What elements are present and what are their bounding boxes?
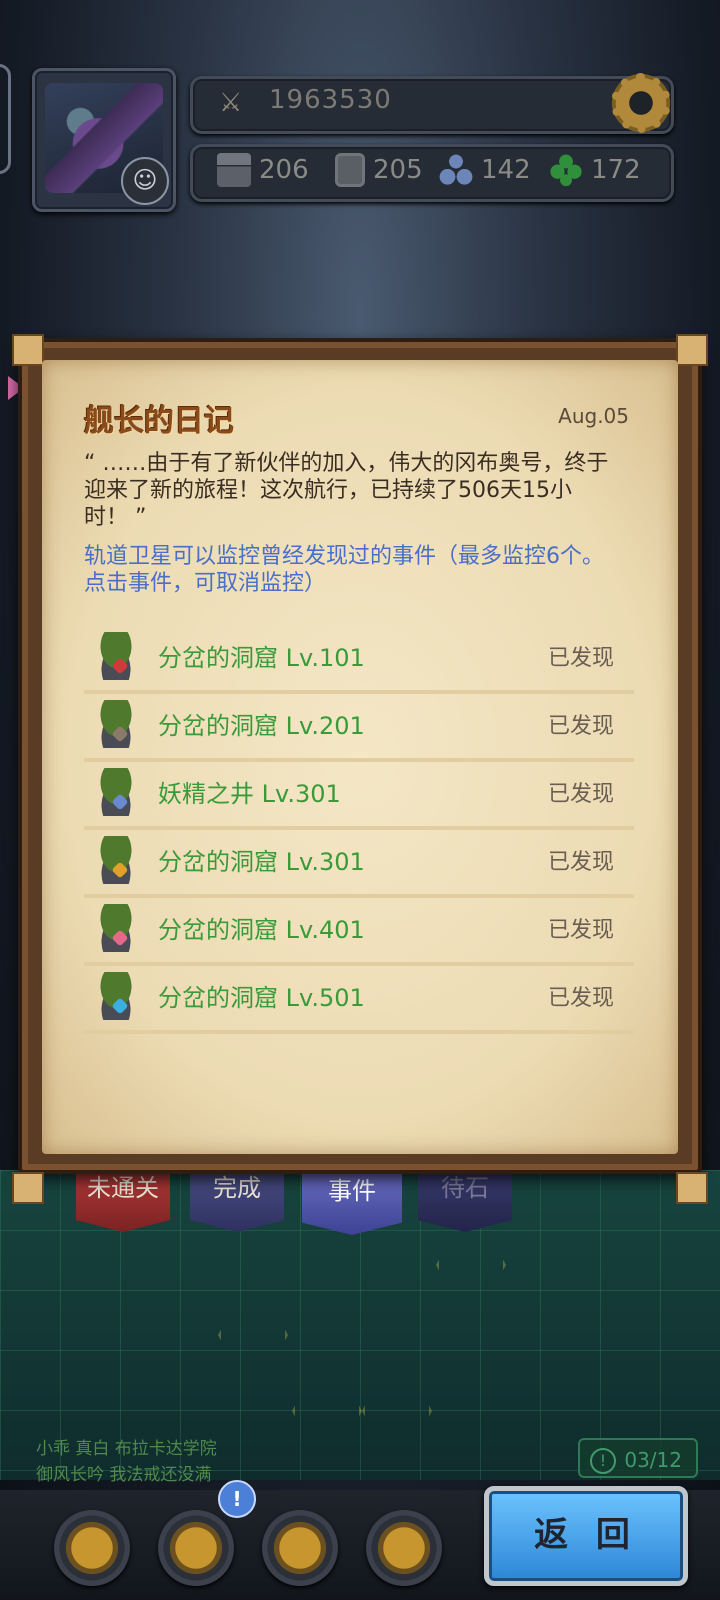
gem-icon	[111, 657, 129, 675]
event-row[interactable]: 分岔的洞窟 Lv.301 已发现	[84, 828, 634, 898]
resource-bar: 206 205 142 172	[190, 144, 674, 202]
cave-event-icon	[92, 972, 140, 1020]
frame-corner	[676, 334, 708, 366]
bag-nav-icon[interactable]	[366, 1510, 442, 1586]
frame-corner	[12, 1172, 44, 1204]
sword-icon: ⚔	[219, 88, 243, 118]
cave-event-icon	[92, 768, 140, 816]
frame-corner	[676, 1172, 708, 1204]
tank-icon	[217, 153, 251, 187]
gem-icon	[111, 725, 129, 743]
diary-quote: “ ……由于有了新伙伴的加入，伟大的冈布奥号，终于迎来了新的旅程！这次航行，已持…	[84, 451, 609, 530]
event-status: 已发现	[547, 714, 614, 739]
alert-icon: !	[590, 1448, 616, 1474]
event-row[interactable]: 分岔的洞窟 Lv.201 已发现	[84, 692, 634, 762]
resource-value: 142	[481, 155, 531, 185]
diary-date: Aug.05	[558, 404, 629, 428]
event-row[interactable]: 分岔的洞窟 Lv.501 已发现	[84, 964, 634, 1034]
cave-event-icon	[92, 632, 140, 680]
gem-icon	[111, 793, 129, 811]
event-status: 已发现	[547, 986, 614, 1011]
cave-event-icon	[92, 904, 140, 952]
event-status: 已发现	[547, 918, 614, 943]
wolf-emblem-icon: ☺	[121, 157, 169, 205]
resource-clover: 172	[549, 153, 641, 187]
document-icon	[335, 153, 365, 187]
cave-event-icon	[92, 836, 140, 884]
ship-nav-icon[interactable]	[158, 1510, 234, 1586]
combat-power-value: 1963530	[269, 85, 392, 115]
chat-line: 御风长吟 我法戒还没满	[36, 1465, 212, 1485]
frame-corner	[12, 334, 44, 366]
event-name: 妖精之井 Lv.301	[158, 780, 341, 808]
event-name: 分岔的洞窟 Lv.301	[158, 848, 365, 876]
tab-done[interactable]: 完成	[190, 1166, 284, 1232]
player-avatar[interactable]: ☺	[32, 68, 176, 212]
resource-value: 172	[591, 155, 641, 185]
gem-icon	[111, 929, 129, 947]
notification-badge: !	[218, 1480, 256, 1518]
tab-events[interactable]: 事件	[302, 1166, 402, 1235]
event-row[interactable]: 妖精之井 Lv.301 已发现	[84, 760, 634, 830]
settings-gear-icon[interactable]	[607, 69, 675, 137]
resource-propeller: 142	[439, 153, 531, 187]
gem-icon	[111, 997, 129, 1015]
event-name: 分岔的洞窟 Lv.201	[158, 712, 365, 740]
combat-power-bar: ⚔ 1963530	[190, 69, 675, 137]
event-row[interactable]: 分岔的洞窟 Lv.401 已发现	[84, 896, 634, 966]
event-status: 已发现	[547, 850, 614, 875]
side-panel-handle[interactable]	[0, 64, 11, 174]
event-name: 分岔的洞窟 Lv.101	[158, 644, 365, 672]
chat-line: 小乖 真白 布拉卡达学院	[36, 1439, 217, 1459]
event-status: 已发现	[547, 646, 614, 671]
resource-tank: 206	[217, 153, 309, 187]
clover-icon	[549, 153, 583, 187]
chat-feed[interactable]: 小乖 真白 布拉卡达学院 御风长吟 我法戒还没满	[36, 1436, 217, 1488]
monitor-hint: 轨道卫星可以监控曾经发现过的事件（最多监控6个。点击事件，可取消监控）	[84, 544, 604, 596]
cave-event-icon	[92, 700, 140, 748]
propeller-icon	[439, 153, 473, 187]
back-button[interactable]: 返 回	[484, 1486, 688, 1586]
event-name: 分岔的洞窟 Lv.501	[158, 984, 365, 1012]
tab-uncleared[interactable]: 未通关	[76, 1166, 170, 1232]
resource-value: 205	[373, 155, 423, 185]
rocket-nav-icon[interactable]	[262, 1510, 338, 1586]
resource-value: 206	[259, 155, 309, 185]
counter-value: 03/12	[624, 1448, 682, 1472]
tab-pending[interactable]: 待石	[418, 1166, 512, 1232]
gem-icon	[111, 861, 129, 879]
event-row[interactable]: 分岔的洞窟 Lv.101 已发现	[84, 624, 634, 694]
event-name: 分岔的洞窟 Lv.401	[158, 916, 365, 944]
event-counter-badge[interactable]: ! 03/12	[578, 1438, 698, 1478]
event-status: 已发现	[547, 782, 614, 807]
slime-nav-icon[interactable]	[54, 1510, 130, 1586]
diary-title: 舰长的日记	[84, 404, 234, 439]
resource-document: 205	[331, 153, 423, 187]
